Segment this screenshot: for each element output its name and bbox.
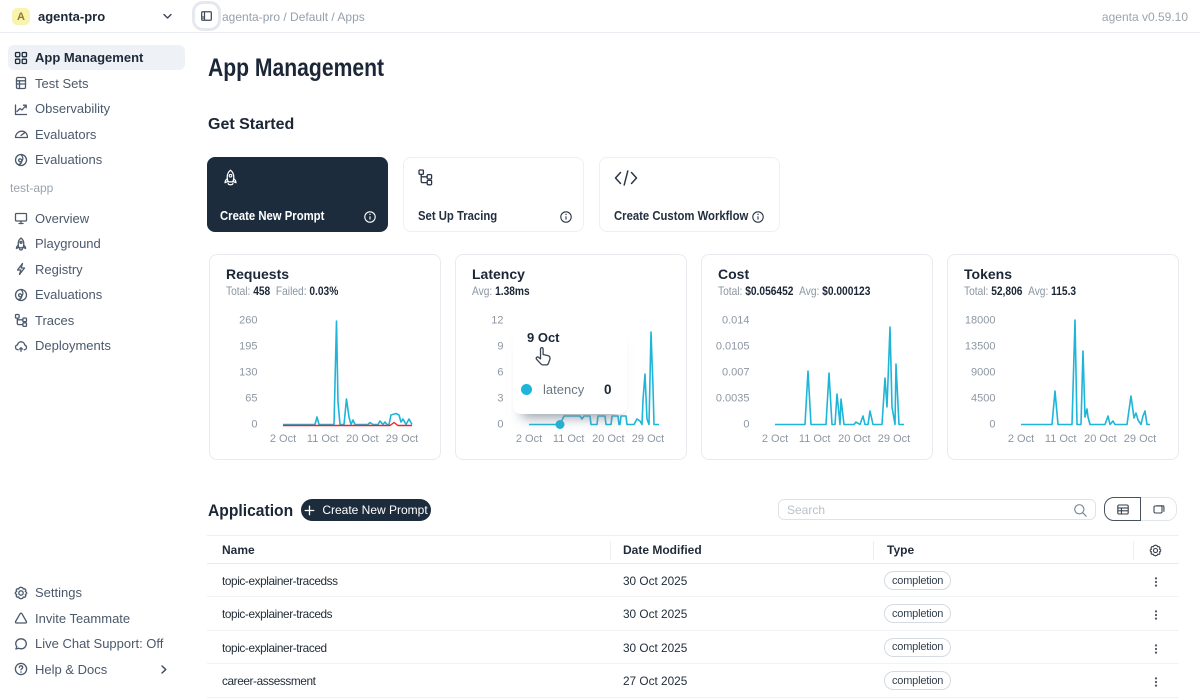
svg-text:2 Oct: 2 Oct [516, 433, 542, 445]
svg-text:0.014: 0.014 [722, 315, 750, 327]
svg-text:9000: 9000 [971, 367, 995, 379]
svg-text:260: 260 [239, 315, 257, 327]
svg-text:11 Oct: 11 Oct [799, 433, 831, 445]
svg-text:0: 0 [743, 419, 749, 431]
svg-text:20 Oct: 20 Oct [592, 433, 624, 445]
svg-text:0: 0 [497, 419, 503, 431]
svg-text:29 Oct: 29 Oct [1124, 433, 1156, 445]
svg-text:2 Oct: 2 Oct [762, 433, 788, 445]
svg-text:130: 130 [239, 367, 257, 379]
svg-text:9: 9 [497, 341, 503, 353]
svg-text:0.007: 0.007 [722, 367, 750, 379]
svg-text:2 Oct: 2 Oct [270, 433, 296, 445]
svg-text:11 Oct: 11 Oct [553, 433, 585, 445]
svg-text:4500: 4500 [971, 393, 995, 405]
svg-text:6: 6 [497, 367, 503, 379]
svg-text:20 Oct: 20 Oct [346, 433, 378, 445]
svg-text:20 Oct: 20 Oct [838, 433, 870, 445]
svg-text:29 Oct: 29 Oct [632, 433, 664, 445]
svg-text:11 Oct: 11 Oct [1045, 433, 1077, 445]
svg-text:20 Oct: 20 Oct [1084, 433, 1116, 445]
svg-text:29 Oct: 29 Oct [386, 433, 418, 445]
svg-text:18000: 18000 [965, 315, 996, 327]
svg-text:0: 0 [989, 419, 995, 431]
svg-text:29 Oct: 29 Oct [878, 433, 910, 445]
svg-text:195: 195 [239, 341, 257, 353]
svg-text:12: 12 [491, 315, 503, 327]
svg-text:2 Oct: 2 Oct [1008, 433, 1034, 445]
svg-text:65: 65 [245, 393, 257, 405]
svg-text:13500: 13500 [965, 341, 996, 353]
svg-text:11 Oct: 11 Oct [307, 433, 339, 445]
svg-text:3: 3 [497, 393, 503, 405]
svg-text:0.0035: 0.0035 [716, 393, 750, 405]
svg-text:0: 0 [251, 419, 257, 431]
svg-text:0.0105: 0.0105 [716, 341, 750, 353]
